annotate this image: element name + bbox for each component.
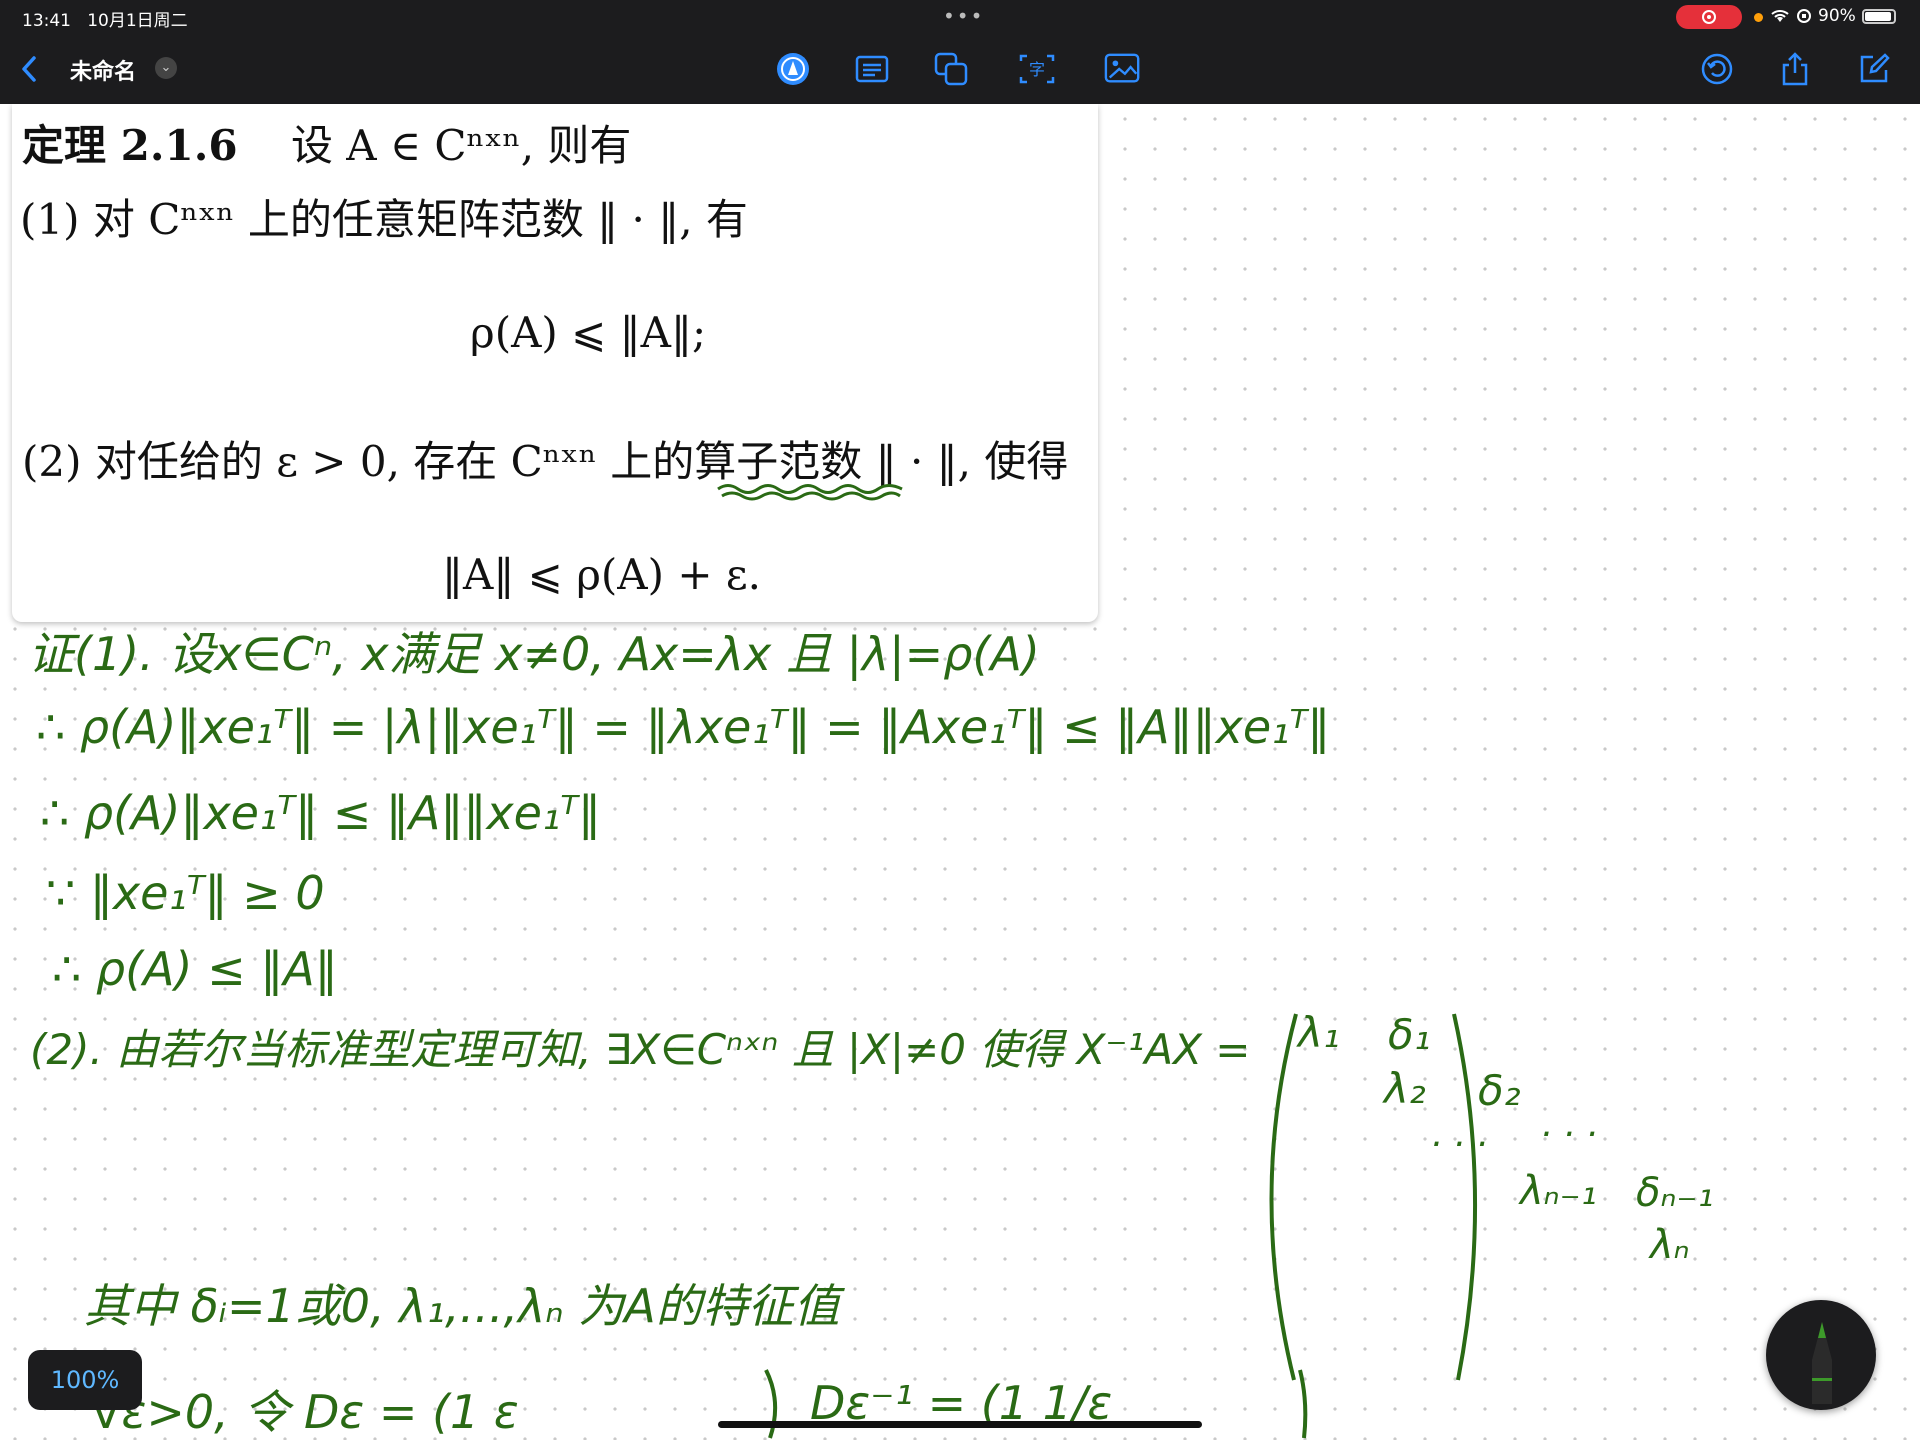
matrix-lambda-n-1: λₙ₋₁ <box>1520 1168 1597 1214</box>
svg-text:字: 字 <box>1029 60 1045 79</box>
image-icon[interactable] <box>1104 50 1142 88</box>
jordan-matrix-brackets <box>1269 1013 1478 1381</box>
clock: 13:41 <box>22 11 71 31</box>
zoom-indicator[interactable]: 100% <box>28 1350 142 1410</box>
matrix-paren-ink <box>1298 1369 1308 1439</box>
text-box-icon[interactable] <box>853 50 891 88</box>
matrix-delta-2: δ₂ <box>1478 1066 1521 1115</box>
share-icon[interactable] <box>1776 50 1814 88</box>
text-recognition-icon[interactable]: 字 <box>1018 50 1056 88</box>
theorem-formula-2: ‖A‖ ⩽ ρ(A) + ε. <box>442 550 762 599</box>
theorem-image[interactable]: 定理 2.1.6 设 A ∈ Cⁿˣⁿ, 则有 (1) 对 Cⁿˣⁿ 上的任意矩… <box>12 104 1098 622</box>
proof-line-2: ∴ ρ(A)‖xe₁ᵀ‖ = |λ|‖xe₁ᵀ‖ = ‖λxe₁ᵀ‖ = ‖Ax… <box>36 700 1331 754</box>
item2-suffix: ‖ · ‖, 使得 <box>875 437 1069 486</box>
wavy-underline-ink <box>717 484 903 501</box>
orientation-lock-icon <box>1797 9 1811 23</box>
title-menu-icon[interactable]: ⌄ <box>155 57 177 79</box>
theorem-intro: 设 A ∈ Cⁿˣⁿ, 则有 <box>290 121 632 170</box>
proof-line-1: 证(1). 设x∈Cⁿ, x满足 x≠0, Ax=λx 且 |λ|=ρ(A) <box>28 627 1040 681</box>
note-canvas[interactable]: 定理 2.1.6 设 A ∈ Cⁿˣⁿ, 则有 (1) 对 Cⁿˣⁿ 上的任意矩… <box>0 104 1920 1440</box>
matrix-lambda-2: λ₂ <box>1384 1064 1426 1113</box>
home-indicator[interactable] <box>718 1421 1202 1428</box>
battery-percent: 90% <box>1818 6 1856 26</box>
document-title[interactable]: 未命名 <box>70 54 136 86</box>
date: 10月1日周二 <box>87 11 188 31</box>
multitasking-dots-icon[interactable]: ••• <box>943 4 984 28</box>
pen-tool-icon[interactable] <box>774 50 812 88</box>
proof-line-8: ∀ε>0, 令 Dε = (1 ε <box>90 1385 519 1439</box>
undo-icon[interactable] <box>1698 50 1736 88</box>
matrix-super-dots: · · · <box>1540 1114 1598 1155</box>
proof-line-4: ∵ ‖xe₁ᵀ‖ ≥ 0 <box>46 866 325 920</box>
matrix-lambda-1: λ₁ <box>1298 1008 1340 1057</box>
proof-line-7: 其中 δᵢ=1或0, λ₁,...,λₙ 为A的特征值 <box>84 1279 840 1333</box>
matrix-delta-1: δ₁ <box>1388 1010 1431 1059</box>
wifi-icon <box>1771 10 1789 22</box>
theorem-item-2: (2) 对任给的 ε > 0, 存在 Cⁿˣⁿ 上的算子范数 ‖ · ‖, 使得 <box>22 428 1068 489</box>
back-icon[interactable] <box>10 50 48 88</box>
mic-indicator-icon <box>1754 13 1763 22</box>
theorem-title: 定理 2.1.6 <box>22 121 238 170</box>
theorem-formula-1: ρ(A) ⩽ ‖A‖; <box>470 308 707 357</box>
pencil-tool-button[interactable] <box>1766 1300 1876 1410</box>
status-right: 90% <box>1770 6 1896 26</box>
screen-recording-icon[interactable] <box>1676 5 1742 29</box>
item2-prefix: (2) 对任给的 ε > 0, 存在 Cⁿˣⁿ 上的 <box>22 437 695 486</box>
battery-icon <box>1861 8 1896 24</box>
proof-line-6: (2). 由若尔当标准型定理可知, ∃X∈Cⁿˣⁿ 且 |X|≠0 使得 X⁻¹… <box>30 1025 1251 1074</box>
matrix-delta-n-1: δₙ₋₁ <box>1636 1170 1714 1216</box>
item2-highlight: 算子范数 <box>694 437 863 486</box>
theorem-heading: 定理 2.1.6 设 A ∈ Cⁿˣⁿ, 则有 <box>22 112 631 173</box>
status-time: 13:41 10月1日周二 <box>22 6 188 31</box>
matrix-diag-dots: · · · <box>1430 1124 1488 1165</box>
matrix-lambda-n: λₙ <box>1650 1222 1690 1268</box>
pencil-icon <box>1812 1322 1832 1404</box>
matrix-close-paren-ink <box>764 1369 778 1439</box>
edit-icon[interactable] <box>1855 50 1893 88</box>
proof-line-5: ∴ ρ(A) ≤ ‖A‖ <box>52 942 338 996</box>
shapes-icon[interactable] <box>933 50 971 88</box>
proof-line-3: ∴ ρ(A)‖xe₁ᵀ‖ ≤ ‖A‖‖xe₁ᵀ‖ <box>40 786 602 840</box>
theorem-item-1: (1) 对 Cⁿˣⁿ 上的任意矩阵范数 ‖ · ‖, 有 <box>20 195 748 244</box>
top-bar: 13:41 10月1日周二 ••• 90% 未命名 ⌄ 字 <box>0 0 1920 104</box>
